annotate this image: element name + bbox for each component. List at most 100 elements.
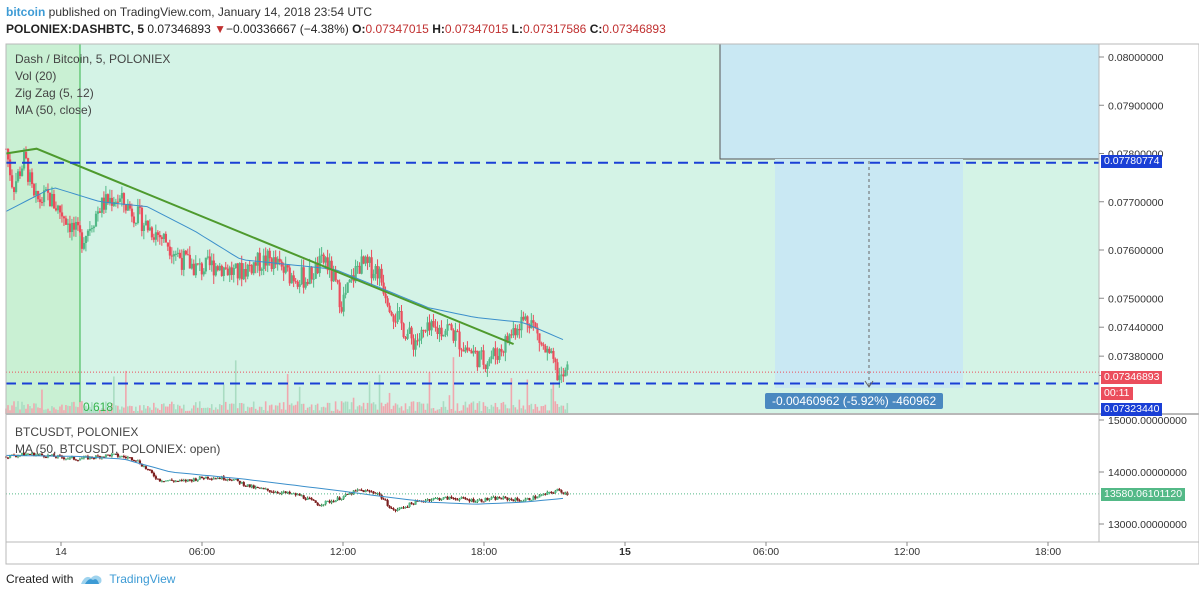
sub-candle-body [452, 498, 455, 500]
time-axis-ticks[interactable]: 14 06:00 12:00 18:00 15 06:00 12:00 18:00 [55, 542, 1061, 558]
candle-body [278, 258, 281, 262]
candle-body [58, 205, 62, 213]
candle-body [38, 199, 42, 203]
candle-body [290, 275, 293, 284]
volume-bar [440, 407, 443, 414]
candle-body [298, 284, 301, 287]
volume-bar [346, 401, 349, 414]
ma-legend[interactable]: MA (50, close) [15, 102, 170, 119]
volume-bar [444, 406, 447, 414]
y-tick-label: 0.07500000 [1108, 293, 1164, 305]
sub-candle-body [276, 492, 279, 494]
volume-bar [310, 404, 313, 414]
sub-candle-body [382, 498, 385, 500]
sub-candle-body [224, 479, 227, 481]
volume-bar [41, 389, 43, 414]
volume-bar [228, 403, 231, 414]
measure-label[interactable]: -0.00460962 (-5.92%) -460962 [765, 393, 944, 409]
candle-body [174, 253, 177, 255]
volume-bar [544, 404, 547, 414]
sub-candle-body [270, 491, 273, 493]
sub-legend: BTCUSDT, POLONIEX MA (50, BTCUSDT, POLON… [15, 424, 220, 458]
sub-candle-body [154, 476, 158, 479]
tradingview-link[interactable]: TradingView [109, 572, 175, 586]
sub-candle-body [494, 496, 497, 500]
sub-candle-body [434, 498, 437, 500]
candle-body [156, 232, 160, 235]
volume-bar [131, 406, 133, 414]
candle-body [508, 334, 511, 343]
candle-body [192, 263, 195, 276]
candle-body [370, 257, 373, 279]
sub-candle-body [312, 499, 315, 501]
candle-body [204, 257, 207, 272]
candle-body [378, 268, 381, 279]
sub-candle-body [502, 496, 505, 499]
zigzag-legend[interactable]: Zig Zag (5, 12) [15, 85, 170, 102]
volume-bar [115, 405, 117, 414]
volume-bar [526, 379, 529, 414]
candle-body [112, 201, 116, 206]
sub-candle-body [548, 491, 551, 493]
candle-body [184, 250, 187, 255]
volume-bar [35, 403, 37, 414]
volume-bar [428, 372, 431, 414]
candle-body [132, 216, 136, 224]
candle-body [130, 208, 134, 217]
candle-body [48, 192, 52, 207]
candle-body [13, 187, 16, 192]
volume-bar [224, 401, 227, 414]
candle-body [154, 232, 158, 240]
sub-candle-body [428, 499, 431, 501]
volume-bar [161, 404, 163, 414]
sub-candle-body [460, 497, 463, 499]
y-tick-label: 0.07600000 [1108, 245, 1164, 257]
footer: Created with TradingView [6, 572, 175, 586]
volume-bar [292, 405, 295, 414]
sub-y-tick-label: 15000.00000000 [1108, 415, 1187, 427]
candle-body [376, 266, 379, 279]
sub-candle-body [454, 498, 457, 500]
volume-bar [496, 407, 499, 414]
volume-bar [258, 406, 261, 414]
candle-body [116, 201, 120, 203]
sub-candle-body [436, 498, 439, 500]
candle-body [388, 305, 391, 312]
lower-line-price-tag: 0.07323440 [1101, 403, 1163, 416]
upper-line-price-tag: 0.07780774 [1101, 155, 1163, 168]
volume-bar [392, 405, 395, 414]
candle-body [198, 263, 201, 265]
sub-candle-body [238, 480, 241, 484]
volume-bar [554, 401, 557, 414]
created-with-text: Created with [6, 572, 74, 586]
sub-candle-body [556, 489, 559, 492]
price-chart[interactable]: 0.080000000.079000000.078000000.07700000… [0, 0, 1199, 597]
sub-candle-body [334, 500, 337, 503]
sub-candle-body [322, 504, 325, 506]
sub-candle-body [358, 489, 361, 491]
sub-legend-title[interactable]: BTCUSDT, POLONIEX [15, 424, 220, 441]
sub-candle-body [164, 480, 168, 482]
volume-bar [77, 407, 79, 414]
candle-body [462, 350, 465, 352]
candle-body [554, 358, 557, 363]
main-legend-title[interactable]: Dash / Bitcoin, 5, POLONIEX [15, 51, 170, 68]
sub-candle-body [202, 478, 205, 480]
sub-candle-body [354, 490, 357, 492]
vol-legend[interactable]: Vol (20) [15, 68, 170, 85]
volume-bar [468, 404, 471, 414]
volume-bar [252, 401, 255, 414]
candle-body [162, 233, 166, 240]
sub-candle-body [472, 498, 475, 503]
sub-candle-body [158, 478, 162, 482]
sub-candle-body [200, 476, 203, 479]
candle-body [466, 347, 469, 351]
x-tick-label: 18:00 [1035, 546, 1061, 558]
candle-body [418, 338, 421, 341]
candle-body [356, 265, 359, 267]
volume-bar [173, 404, 175, 414]
sub-candle-body [510, 498, 513, 500]
tradingview-logo-icon[interactable] [79, 572, 103, 586]
sub-candle-body [302, 495, 305, 499]
sub-ma-legend[interactable]: MA (50, BTCUSDT, POLONIEX: open) [15, 441, 220, 458]
